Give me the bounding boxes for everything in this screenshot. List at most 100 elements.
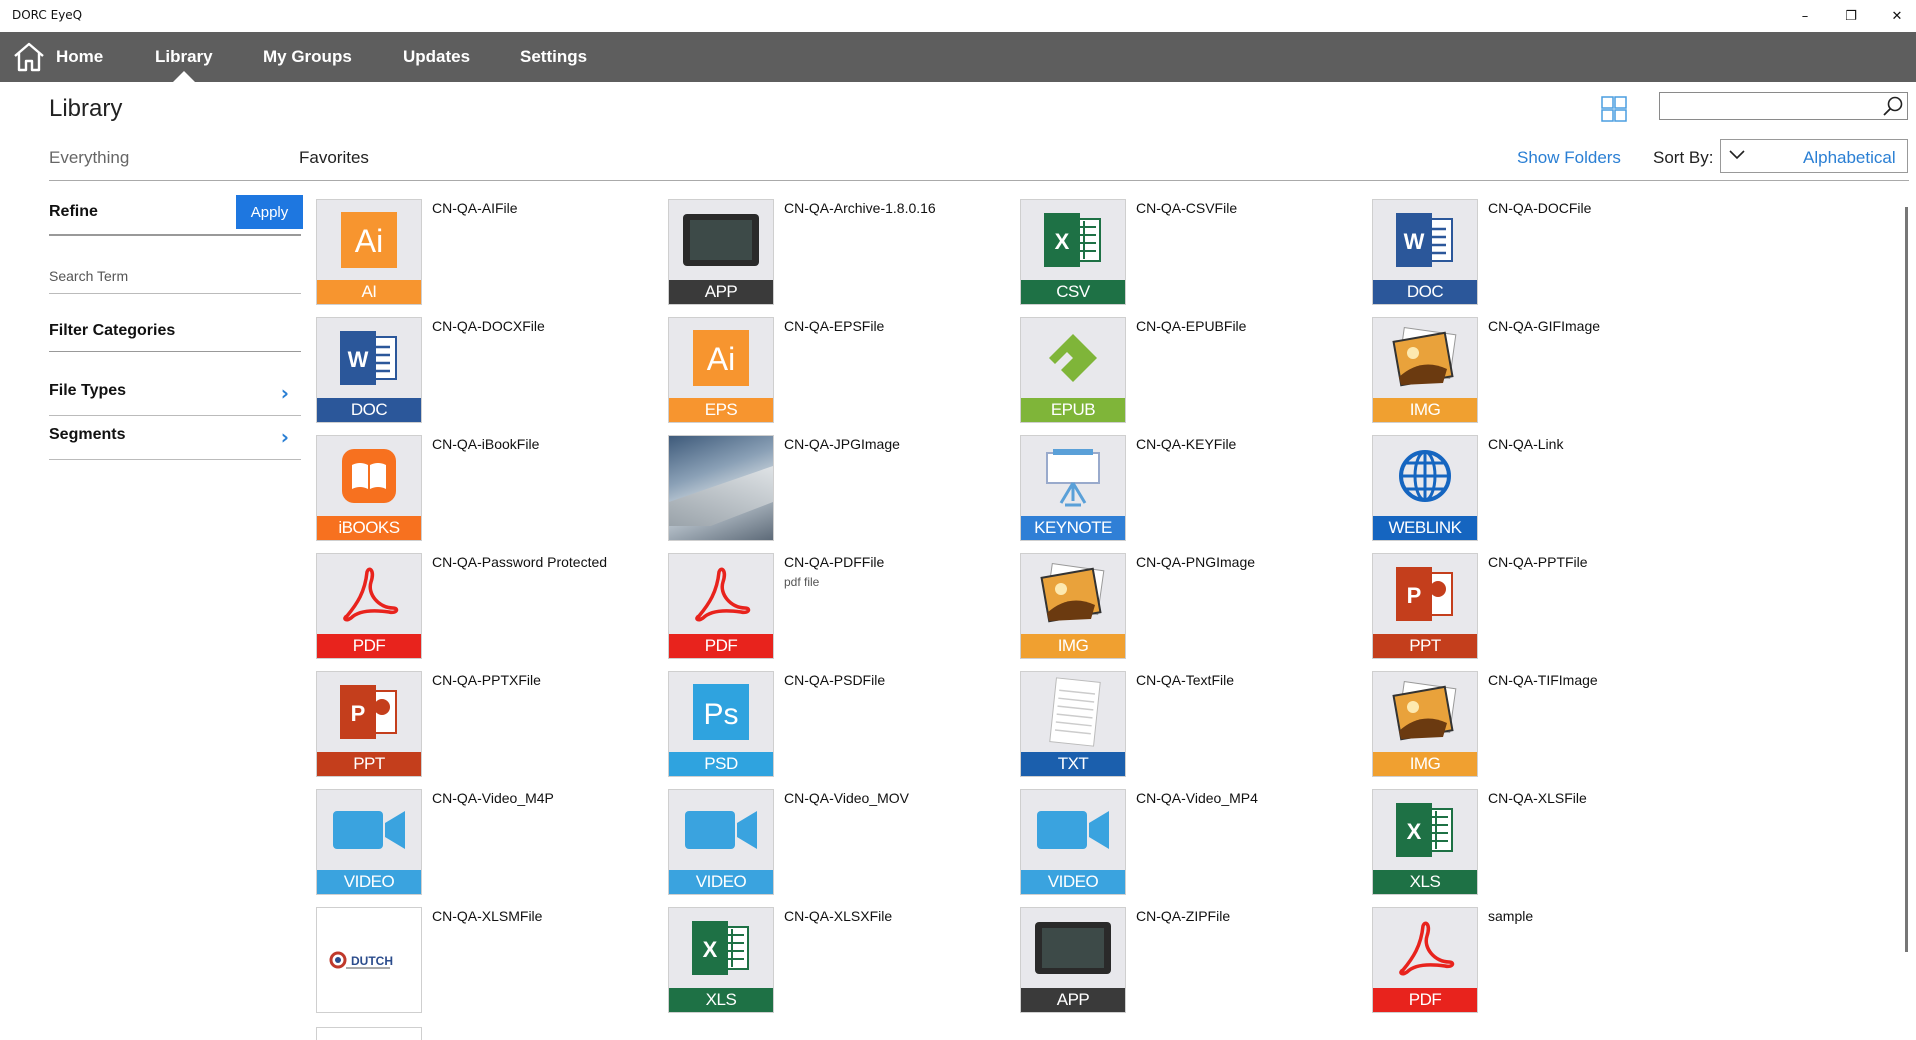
search-input[interactable] [1659, 92, 1908, 120]
image-icon [1021, 554, 1125, 634]
file-tile[interactable]: IMG CN-QA-TIFImage [1372, 671, 1702, 783]
file-thumbnail[interactable]: Ai AI [316, 199, 422, 305]
minimize-button[interactable]: – [1782, 0, 1828, 32]
svg-text:X: X [1407, 819, 1422, 844]
file-thumbnail[interactable]: APP [668, 199, 774, 305]
file-tile[interactable]: iBOOKS CN-QA-iBookFile [316, 435, 646, 547]
apply-button[interactable]: Apply [236, 195, 303, 229]
file-thumbnail[interactable]: IMG [1020, 553, 1126, 659]
svg-text:P: P [351, 701, 366, 726]
file-tile[interactable]: P PPT CN-QA-PPTXFile [316, 671, 646, 783]
filter-segments[interactable]: Segments › [49, 424, 301, 454]
nav-settings[interactable]: Settings [520, 47, 587, 67]
file-tile[interactable]: Ai AI CN-QA-AIFile [316, 199, 646, 311]
file-tile[interactable]: VIDEO CN-QA-Video_MOV [668, 789, 998, 901]
page-title: Library [49, 95, 123, 122]
file-thumbnail[interactable]: W DOC [1372, 199, 1478, 305]
file-thumbnail[interactable] [668, 435, 774, 541]
file-thumbnail[interactable]: IMG [1372, 317, 1478, 423]
video-icon [669, 790, 773, 870]
file-tile[interactable]: X XLS CN-QA-XLSXFile [668, 907, 998, 1019]
file-thumbnail[interactable]: KEYNOTE [1020, 435, 1126, 541]
search-icon[interactable] [1882, 95, 1904, 117]
file-name: CN-QA-DOCFile [1488, 200, 1592, 216]
search-term-field[interactable]: Search Term [49, 268, 128, 284]
dutch-logo-icon: DUTCH [317, 908, 421, 1012]
word-icon: W [1373, 200, 1477, 280]
nav-home[interactable]: Home [56, 47, 103, 67]
photoshop-icon: Ps [669, 672, 773, 752]
file-tile[interactable]: DUTCH CN-QA-XLSMFile [316, 907, 646, 1019]
scrollbar[interactable] [1905, 207, 1908, 952]
file-tile[interactable]: PDF CN-QA-Password Protected [316, 553, 646, 665]
file-thumbnail[interactable]: TXT [1020, 671, 1126, 777]
home-icon[interactable] [12, 40, 46, 74]
file-thumbnail[interactable]: IMG [1372, 671, 1478, 777]
file-name: CN-QA-JPGImage [784, 436, 900, 452]
file-tile[interactable]: EPUB CN-QA-EPUBFile [1020, 317, 1350, 429]
tab-everything[interactable]: Everything [49, 148, 129, 168]
file-type-band: TXT [1021, 752, 1125, 776]
file-thumbnail[interactable]: PDF [1372, 907, 1478, 1013]
file-type-band: CSV [1021, 280, 1125, 304]
file-thumbnail[interactable]: PDF [316, 553, 422, 659]
nav-updates[interactable]: Updates [403, 47, 470, 67]
filter-file-types[interactable]: File Types › [49, 380, 301, 410]
file-tile[interactable]: CN-QA-JPGImage [668, 435, 998, 547]
file-thumbnail[interactable]: PDF [668, 553, 774, 659]
file-tile[interactable]: Ps PSD CN-QA-PSDFile [668, 671, 998, 783]
file-tile[interactable]: PDF sample [1372, 907, 1702, 1019]
file-type-band: AI [317, 280, 421, 304]
file-thumbnail[interactable]: iBOOKS [316, 435, 422, 541]
svg-text:Ai: Ai [355, 223, 383, 259]
file-thumbnail[interactable]: Ai EPS [668, 317, 774, 423]
file-tile[interactable]: Ai EPS CN-QA-EPSFile [668, 317, 998, 429]
file-tile[interactable]: PDF CN-QA-PDFFile pdf file [668, 553, 998, 665]
file-thumbnail[interactable]: P PPT [1372, 553, 1478, 659]
file-tile[interactable]: P PPT CN-QA-PPTFile [1372, 553, 1702, 665]
file-thumbnail[interactable]: X XLS [1372, 789, 1478, 895]
file-tile[interactable]: W DOC CN-QA-DOCXFile [316, 317, 646, 429]
file-thumbnail[interactable]: P PPT [316, 671, 422, 777]
restore-button[interactable]: ❐ [1828, 0, 1874, 32]
grid-view-icon[interactable] [1601, 96, 1627, 122]
file-thumbnail[interactable]: APP [1020, 907, 1126, 1013]
show-folders-link[interactable]: Show Folders [1517, 148, 1621, 168]
file-tile[interactable]: X XLS CN-QA-XLSFile [1372, 789, 1702, 901]
header-divider [49, 180, 1909, 181]
window-title-bar: DORC EyeQ [0, 0, 1916, 32]
file-thumbnail[interactable]: DUTCH [316, 907, 422, 1013]
file-tile[interactable]: KEYNOTE CN-QA-KEYFile [1020, 435, 1350, 547]
file-type-band: DOC [1373, 280, 1477, 304]
pdf-icon [669, 554, 773, 634]
nav-my-groups[interactable]: My Groups [263, 47, 352, 67]
file-type-band: VIDEO [669, 870, 773, 894]
nav-library[interactable]: Library [155, 47, 213, 67]
file-tile[interactable]: VIDEO CN-QA-Video_M4P [316, 789, 646, 901]
ibooks-icon [317, 436, 421, 516]
file-thumbnail[interactable]: EPUB [1020, 317, 1126, 423]
file-thumbnail[interactable]: VIDEO [1020, 789, 1126, 895]
tab-favorites[interactable]: Favorites [299, 148, 369, 168]
file-name: CN-QA-XLSXFile [784, 908, 893, 924]
file-tile[interactable]: W DOC CN-QA-DOCFile [1372, 199, 1702, 311]
file-name: CN-QA-Link [1488, 436, 1564, 452]
file-type-band: PDF [1373, 988, 1477, 1012]
sort-by-label: Sort By: [1653, 148, 1714, 167]
file-tile[interactable]: TXT CN-QA-TextFile [1020, 671, 1350, 783]
file-thumbnail[interactable]: X CSV [1020, 199, 1126, 305]
file-thumbnail[interactable]: VIDEO [668, 789, 774, 895]
file-tile[interactable]: X CSV CN-QA-CSVFile [1020, 199, 1350, 311]
file-thumbnail[interactable]: VIDEO [316, 789, 422, 895]
file-thumbnail[interactable]: X XLS [668, 907, 774, 1013]
file-tile[interactable]: IMG CN-QA-PNGImage [1020, 553, 1350, 665]
file-tile[interactable]: WEBLINK CN-QA-Link [1372, 435, 1702, 547]
file-thumbnail[interactable]: W DOC [316, 317, 422, 423]
file-tile[interactable]: APP CN-QA-ZIPFile [1020, 907, 1350, 1019]
file-thumbnail[interactable]: WEBLINK [1372, 435, 1478, 541]
close-button[interactable]: ✕ [1874, 0, 1916, 32]
file-tile[interactable]: IMG CN-QA-GIFImage [1372, 317, 1702, 429]
file-tile[interactable]: VIDEO CN-QA-Video_MP4 [1020, 789, 1350, 901]
file-tile[interactable]: APP CN-QA-Archive-1.8.0.16 [668, 199, 998, 311]
file-thumbnail[interactable]: Ps PSD [668, 671, 774, 777]
